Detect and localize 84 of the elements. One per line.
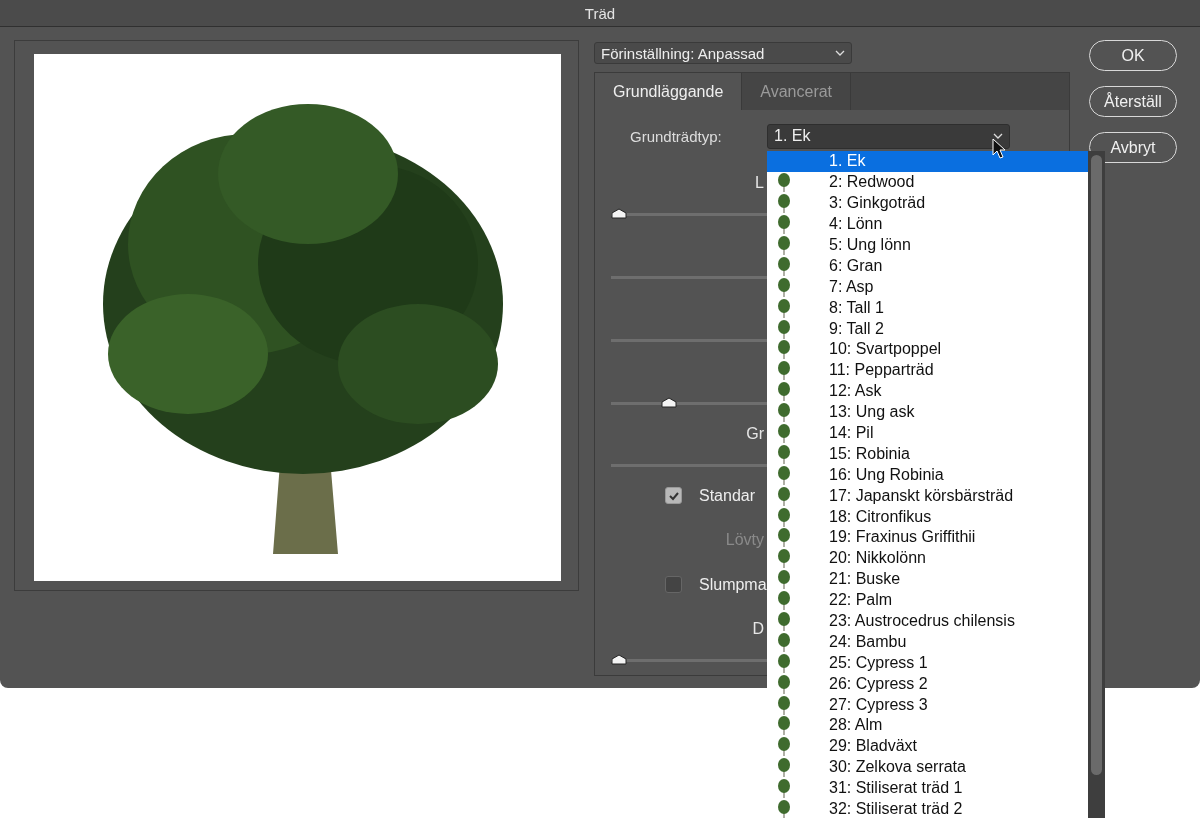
tree-type-option[interactable]: 16: Ung Robinia — [767, 464, 1088, 486]
tree-type-option[interactable]: 19: Fraxinus Griffithii — [767, 527, 1088, 548]
tree-type-option[interactable]: 13: Ung ask — [767, 401, 1088, 423]
tree-icon — [777, 527, 791, 548]
tree-type-option[interactable]: 20: Nikkolönn — [767, 547, 1088, 569]
tree-icon — [777, 235, 791, 255]
tree-type-option[interactable]: 18: Citronfikus — [767, 506, 1088, 528]
tree-type-option[interactable]: 30: Zelkova serrata — [767, 756, 1088, 778]
tree-icon — [777, 360, 791, 381]
tree-type-option[interactable]: 26: Cypress 2 — [767, 673, 1088, 695]
tree-type-option[interactable]: 14: Pil — [767, 422, 1088, 444]
mouse-pointer-icon — [992, 138, 1006, 160]
checkbox-label: Slumpma — [699, 575, 767, 594]
field-label: Grundträdtyp: — [630, 127, 723, 145]
tree-icon — [777, 339, 791, 360]
tree-type-option[interactable]: 27: Cypress 3 — [767, 694, 1088, 716]
tree-icon — [777, 631, 791, 652]
tree-type-option[interactable]: 23: Austrocedrus chilensis — [767, 610, 1088, 632]
tree-icon — [777, 193, 791, 214]
tree-type-dropdown[interactable]: 1. Ek — [767, 123, 1010, 149]
dialog-button[interactable]: Avbryt — [1089, 132, 1177, 163]
tree-type-option[interactable]: 10: Svartpoppel — [767, 339, 1088, 360]
tree-icon — [777, 694, 791, 715]
checkbox[interactable] — [665, 576, 682, 593]
tree-icon — [777, 506, 791, 527]
tree-type-option[interactable]: 3: Ginkgoträd — [767, 192, 1088, 214]
tree-type-option[interactable]: 2: Redwood — [767, 171, 1088, 193]
tree-type-option[interactable]: 28: Alm — [767, 715, 1088, 736]
window-title: Träd — [584, 4, 616, 22]
scrollbar[interactable] — [1088, 151, 1105, 818]
tree-icon — [777, 423, 791, 443]
tree-type-option[interactable]: 8: Tall 1 — [767, 297, 1088, 319]
tree-type-option[interactable]: 29: Bladväxt — [767, 735, 1088, 757]
tree-icon — [777, 652, 791, 673]
tree-icon — [777, 590, 791, 611]
tab[interactable]: Grundläggande — [595, 73, 743, 110]
dialog-button[interactable]: Återställ — [1089, 86, 1177, 117]
tree-type-option[interactable]: 32: Stiliserat träd 2 — [767, 798, 1088, 818]
tree-icon — [777, 255, 791, 276]
checkbox-label: Standar — [699, 486, 756, 505]
tree-icon — [777, 276, 791, 297]
chevron-down-icon — [835, 50, 845, 56]
tree-type-option[interactable]: 7: Asp — [767, 276, 1088, 298]
slider-handle[interactable] — [661, 396, 678, 408]
tree-icon — [777, 318, 791, 339]
tree-type-option[interactable]: 5: Ung lönn — [767, 234, 1088, 256]
tree-icon — [777, 569, 791, 590]
dialog-button[interactable]: OK — [1089, 40, 1177, 71]
tree-type-option[interactable]: 24: Bambu — [767, 631, 1088, 653]
tree-type-option[interactable]: 6: Gran — [767, 255, 1088, 277]
tree-type-option[interactable]: 12: Ask — [767, 380, 1088, 402]
tree-icon — [777, 485, 791, 506]
tree-icon — [777, 799, 791, 818]
tree-icon — [777, 464, 791, 485]
tree-type-option[interactable]: 9: Tall 2 — [767, 318, 1088, 339]
tree-type-option[interactable]: 1. Ek — [767, 151, 1088, 172]
preset-dropdown[interactable]: Förinställning: Anpassad — [594, 42, 852, 64]
tree-type-option[interactable]: 31: Stiliserat träd 1 — [767, 777, 1088, 799]
tree-icon — [777, 402, 791, 423]
setting-label: D — [752, 619, 764, 638]
tree-icon — [777, 757, 791, 778]
tree-icon — [777, 214, 791, 235]
tree-type-option[interactable]: 25: Cypress 1 — [767, 652, 1088, 674]
tree-icon — [777, 715, 791, 736]
tree-icon — [777, 673, 791, 694]
tree-icon — [777, 778, 791, 799]
tree-type-option[interactable]: 22: Palm — [767, 589, 1088, 611]
tree-type-option[interactable]: 21: Buske — [767, 568, 1088, 590]
tree-type-option[interactable]: 15: Robinia — [767, 443, 1088, 465]
tree-icon — [777, 736, 791, 757]
tree-icon — [777, 172, 791, 193]
slider-handle[interactable] — [611, 207, 627, 219]
slider-handle[interactable] — [611, 653, 627, 665]
tree-icon — [777, 611, 791, 632]
checkbox[interactable] — [665, 487, 682, 504]
setting-label: Gr — [746, 424, 764, 443]
setting-label: L — [755, 173, 764, 192]
tree-icon — [777, 381, 791, 402]
tree-type-option[interactable]: 4: Lönn — [767, 213, 1088, 235]
tree-icon — [777, 443, 791, 464]
tree-type-option[interactable]: 11: Pepparträd — [767, 359, 1088, 381]
tree-icon — [777, 548, 791, 569]
tree-icon — [777, 297, 791, 318]
tree-type-option[interactable]: 17: Japanskt körsbärsträd — [767, 485, 1088, 507]
